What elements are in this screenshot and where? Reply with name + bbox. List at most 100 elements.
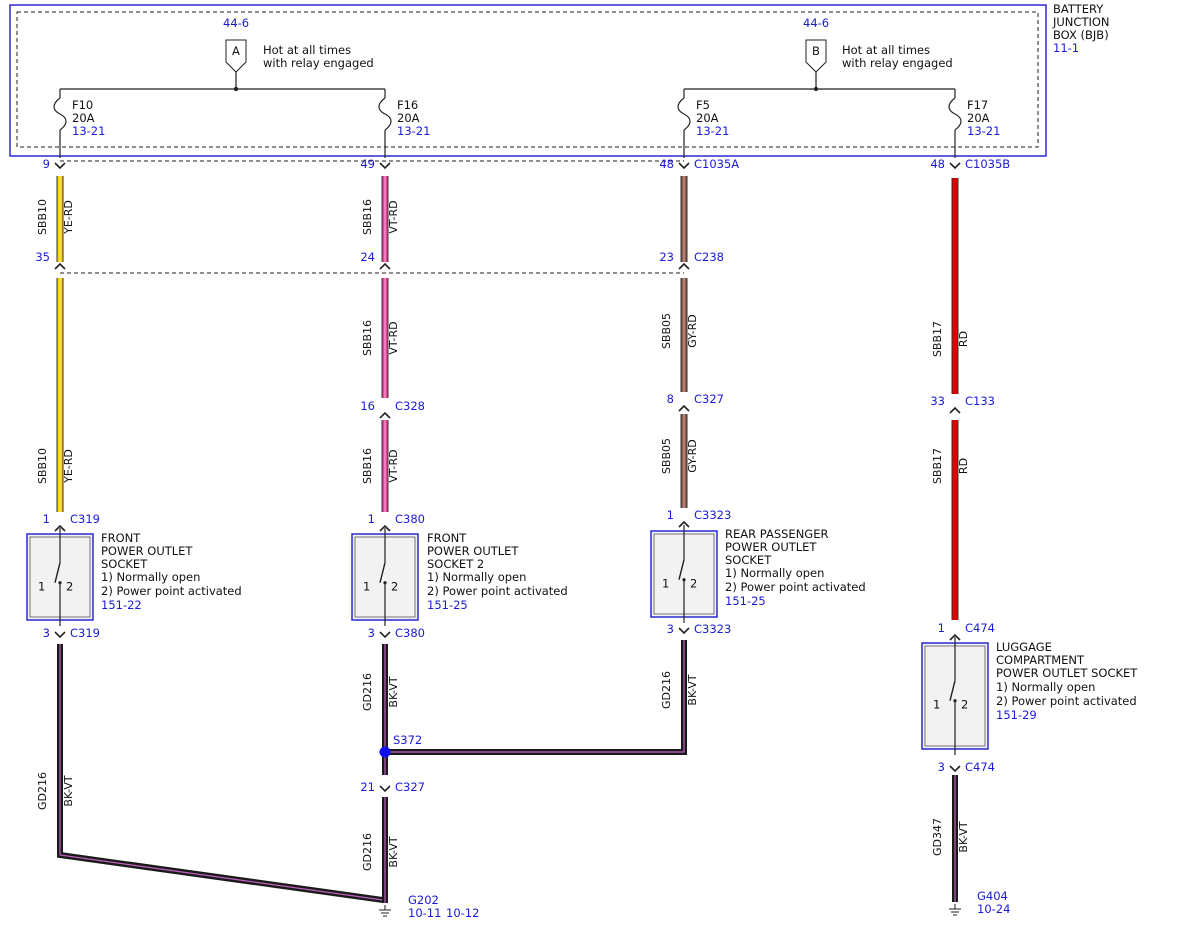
connector-pin: 3	[368, 626, 375, 640]
rear-socket-line-5: 2) Power point activated	[725, 580, 866, 594]
connector-name: C1035B	[965, 157, 1010, 171]
connector-name: C327	[694, 392, 724, 406]
connector-pin: 1	[43, 512, 50, 526]
fuse-f17-ref: 13-21	[967, 124, 1000, 138]
wire-gd216-front-stripe	[59, 644, 384, 901]
wiring-diagram: BATTERY JUNCTION BOX (BJB) 11-1 44-6 A H…	[9, 2, 1138, 920]
connector-name: C327	[395, 780, 425, 794]
connector-name: C319	[70, 626, 100, 640]
front-socket-2-line-4: 1) Normally open	[427, 570, 526, 584]
fuse-icon	[378, 97, 392, 131]
rear-socket-ref: 151-25	[725, 594, 766, 608]
bjb-title-line-3: BOX (BJB)	[1053, 28, 1109, 42]
wire-color-label: GY-RD	[686, 314, 699, 347]
connector-name: C319	[70, 512, 100, 526]
luggage-socket-line-4: 1) Normally open	[996, 680, 1095, 694]
fuse-icon	[53, 97, 67, 131]
front-socket-line-2: POWER OUTLET	[101, 544, 193, 558]
connector-chevron-icon	[54, 162, 66, 170]
connector-pin: 33	[930, 394, 945, 408]
connector-chevron-icon	[678, 262, 690, 270]
feed-a-desc-1: Hot at all times	[263, 43, 351, 57]
connector-name: C1035A	[694, 157, 739, 171]
connector-chevron-icon	[379, 262, 391, 270]
front-socket-2-line-3: SOCKET 2	[427, 557, 484, 571]
wire-circuit-label: SBB16	[361, 199, 374, 235]
ground-g404-ref-1: 10-24	[977, 902, 1010, 916]
wire-gd216-rear-stripe	[385, 640, 685, 753]
connector-name: C474	[965, 621, 995, 635]
fuse-f10-rating: 20A	[72, 111, 95, 125]
feed-a-page-ref: 44-6	[223, 16, 249, 30]
fuse-f16-rating: 20A	[397, 111, 420, 125]
fuse-f10-ref: 13-21	[72, 124, 105, 138]
fuse-f5-rating: 20A	[696, 111, 719, 125]
front-socket-2-line-2: POWER OUTLET	[427, 544, 519, 558]
front-socket-pin-1: 1	[38, 580, 45, 594]
connector-pin: 48	[930, 157, 945, 171]
rear-socket-pin-2: 2	[690, 577, 697, 591]
wire-circuit-label: SBB10	[36, 199, 49, 235]
connector-pin: 49	[360, 157, 375, 171]
connector-chevron-icon	[379, 162, 391, 170]
fuse-f16-ref: 13-21	[397, 124, 430, 138]
wire-gd216-rear	[385, 640, 687, 755]
wire-circuit-label: SBB17	[931, 448, 944, 484]
connector-name: C474	[965, 760, 995, 774]
ground-g202-ref-2: 10-12	[446, 906, 479, 920]
front-socket-2-line-5: 2) Power point activated	[427, 584, 568, 598]
wire-color-label: RD	[957, 458, 970, 474]
fuse-f17-name: F17	[967, 98, 988, 112]
splice-name: S372	[393, 733, 422, 747]
fuse-f16-name: F16	[397, 98, 418, 112]
dynamic-diagram-elements: SBB10 YE-RD SBB10 YE-RD SBB16 VT-RD SBB16 VT-RD…	[26, 89, 1010, 917]
luggage-socket-pin-1: 1	[933, 698, 940, 712]
connector-pin: 21	[360, 780, 375, 794]
rear-socket-line-1: REAR PASSENGER	[725, 527, 828, 541]
connector-pin: 9	[43, 157, 50, 171]
connector-chevron-icon	[949, 406, 961, 414]
rear-socket-pin-1: 1	[662, 577, 669, 591]
front-socket-pin-2: 2	[66, 580, 73, 594]
fuse-f10-name: F10	[72, 98, 93, 112]
wire-color-label: BK-VT	[686, 674, 699, 705]
feed-b-junction	[813, 86, 819, 92]
connector-pin: 3	[43, 626, 50, 640]
connector-pin: 35	[35, 250, 50, 264]
luggage-socket-line-1: LUGGAGE	[996, 640, 1052, 654]
front-socket-line-5: 2) Power point activated	[101, 584, 242, 598]
fuse-icon	[948, 97, 962, 131]
wire-color-label: YE-RD	[62, 200, 75, 235]
wire-color-label: VT-RD	[387, 200, 400, 233]
wire-color-label: BK-VT	[387, 836, 400, 867]
connector-pin: 23	[659, 250, 674, 264]
connector-chevron-icon	[54, 631, 66, 639]
wire-color-label: VT-RD	[387, 321, 400, 354]
connector-chevron-icon	[379, 411, 391, 419]
wire-circuit-label: GD216	[660, 671, 673, 709]
connector-name: C3323	[694, 508, 731, 522]
front-socket-line-4: 1) Normally open	[101, 570, 200, 584]
ground-g202-ref-1: 10-11	[408, 906, 441, 920]
fuse-f17-rating: 20A	[967, 111, 990, 125]
rear-socket-line-4: 1) Normally open	[725, 566, 824, 580]
connector-name: C133	[965, 394, 995, 408]
connector-name: C380	[395, 512, 425, 526]
connector-pin: 1	[667, 508, 674, 522]
front-socket-2-pin-2: 2	[391, 580, 398, 594]
luggage-socket-line-3: POWER OUTLET SOCKET	[996, 666, 1138, 680]
fuse-f5-ref: 13-21	[696, 124, 729, 138]
connector-chevron-icon	[379, 631, 391, 639]
bjb-title-line-1: BATTERY	[1053, 2, 1104, 16]
bjb-title-line-2: JUNCTION	[1052, 15, 1110, 29]
front-socket-2-ref: 151-25	[427, 598, 468, 612]
connector-chevron-icon	[678, 404, 690, 412]
front-socket-2-line-1: FRONT	[427, 531, 467, 545]
connector-chevron-icon	[379, 785, 391, 793]
connector-pin: 3	[938, 760, 945, 774]
connector-pin: 1	[368, 512, 375, 526]
wire-color-label: VT-RD	[387, 449, 400, 482]
ground-g404-name: G404	[977, 889, 1008, 903]
wire-circuit-label: SBB10	[36, 448, 49, 484]
connector-chevron-icon	[949, 765, 961, 773]
